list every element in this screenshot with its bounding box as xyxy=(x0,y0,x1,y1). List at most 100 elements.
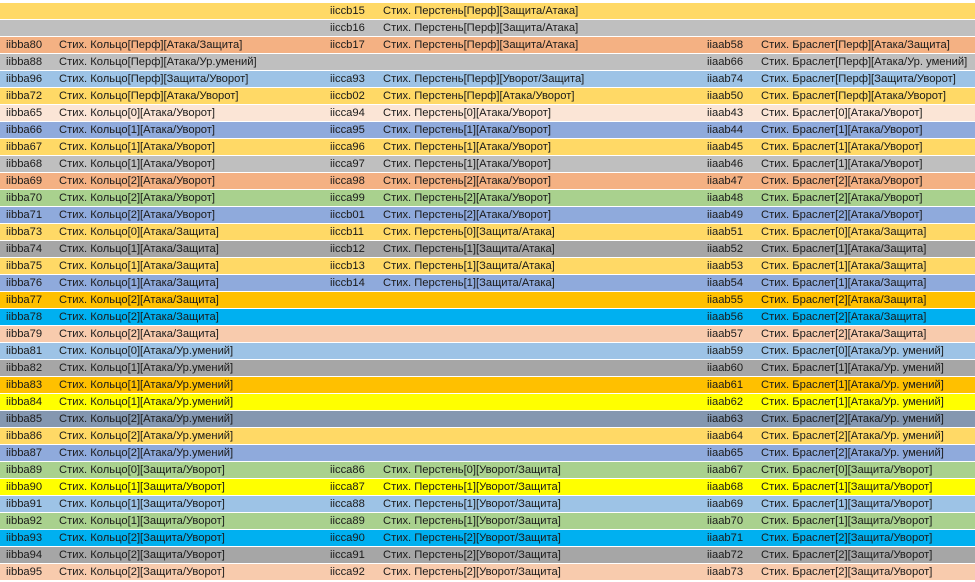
cell-bracelet-code[interactable]: iiaab47 xyxy=(707,173,759,189)
cell-signet-code[interactable]: iiccb02 xyxy=(330,88,380,104)
cell-bracelet-name[interactable]: Стих. Браслет[1][Атака/Защита] xyxy=(761,258,973,274)
cell-bracelet-code[interactable]: iiaab60 xyxy=(707,360,759,376)
cell-signet-code[interactable] xyxy=(330,394,380,410)
cell-bracelet-name[interactable]: Стих. Браслет[1][Атака/Уворот] xyxy=(761,122,973,138)
cell-ring-name[interactable] xyxy=(59,20,324,36)
cell-ring-code[interactable] xyxy=(6,3,56,19)
cell-signet-code[interactable]: iicca97 xyxy=(330,156,380,172)
cell-ring-code[interactable]: iibba70 xyxy=(6,190,56,206)
cell-bracelet-code[interactable]: iiaab58 xyxy=(707,37,759,53)
cell-ring-name[interactable]: Стих. Кольцо[1][Атака/Ур.умений] xyxy=(59,377,324,393)
cell-bracelet-code[interactable]: iiaab74 xyxy=(707,71,759,87)
cell-signet-code[interactable]: iiccb13 xyxy=(330,258,380,274)
cell-signet-name[interactable]: Стих. Перстень[1][Уворот/Защита] xyxy=(383,496,703,512)
cell-ring-code[interactable]: iibba69 xyxy=(6,173,56,189)
cell-signet-code[interactable]: iiccb12 xyxy=(330,241,380,257)
cell-bracelet-name[interactable]: Стих. Браслет[2][Защита/Уворот] xyxy=(761,530,973,546)
cell-ring-code[interactable]: iibba68 xyxy=(6,156,56,172)
cell-ring-code[interactable]: iibba95 xyxy=(6,564,56,580)
cell-bracelet-code[interactable] xyxy=(707,3,759,19)
cell-ring-name[interactable]: Стих. Кольцо[2][Атака/Защита] xyxy=(59,309,324,325)
cell-bracelet-code[interactable]: iiaab46 xyxy=(707,156,759,172)
cell-signet-name[interactable]: Стих. Перстень[Перф][Уворот/Защита] xyxy=(383,71,703,87)
cell-bracelet-code[interactable]: iiaab52 xyxy=(707,241,759,257)
cell-bracelet-name[interactable]: Стих. Браслет[2][Защита/Уворот] xyxy=(761,547,973,563)
cell-bracelet-code[interactable]: iiaab64 xyxy=(707,428,759,444)
cell-bracelet-code[interactable]: iiaab72 xyxy=(707,547,759,563)
cell-ring-code[interactable]: iibba87 xyxy=(6,445,56,461)
cell-signet-name[interactable]: Стих. Перстень[1][Уворот/Защита] xyxy=(383,479,703,495)
cell-ring-name[interactable]: Стих. Кольцо[1][Атака/Уворот] xyxy=(59,122,324,138)
cell-signet-name[interactable]: Стих. Перстень[Перф][Защита/Атака] xyxy=(383,20,703,36)
cell-signet-name[interactable]: Стих. Перстень[1][Атака/Уворот] xyxy=(383,122,703,138)
cell-bracelet-code[interactable]: iiaab66 xyxy=(707,54,759,70)
cell-signet-name[interactable] xyxy=(383,394,703,410)
cell-signet-name[interactable]: Стих. Перстень[1][Уворот/Защита] xyxy=(383,513,703,529)
cell-bracelet-code[interactable]: iiaab53 xyxy=(707,258,759,274)
cell-signet-name[interactable]: Стих. Перстень[1][Защита/Атака] xyxy=(383,241,703,257)
cell-ring-code[interactable]: iibba73 xyxy=(6,224,56,240)
cell-ring-code[interactable]: iibba77 xyxy=(6,292,56,308)
cell-bracelet-name[interactable]: Стих. Браслет[1][Защита/Уворот] xyxy=(761,513,973,529)
cell-bracelet-code[interactable]: iiaab68 xyxy=(707,479,759,495)
cell-bracelet-name[interactable]: Стих. Браслет[2][Атака/Защита] xyxy=(761,326,973,342)
cell-ring-name[interactable]: Стих. Кольцо[2][Атака/Уворот] xyxy=(59,207,324,223)
cell-ring-name[interactable]: Стих. Кольцо[1][Защита/Уворот] xyxy=(59,513,324,529)
cell-bracelet-name[interactable]: Стих. Браслет[1][Атака/Уворот] xyxy=(761,139,973,155)
cell-ring-name[interactable]: Стих. Кольцо[1][Атака/Защита] xyxy=(59,275,324,291)
cell-signet-name[interactable] xyxy=(383,445,703,461)
cell-ring-code[interactable]: iibba89 xyxy=(6,462,56,478)
cell-ring-code[interactable]: iibba94 xyxy=(6,547,56,563)
cell-signet-code[interactable]: iiccb01 xyxy=(330,207,380,223)
cell-bracelet-name[interactable]: Стих. Браслет[1][Защита/Уворот] xyxy=(761,496,973,512)
cell-ring-code[interactable]: iibba72 xyxy=(6,88,56,104)
cell-signet-code[interactable]: iicca93 xyxy=(330,71,380,87)
cell-ring-name[interactable] xyxy=(59,3,324,19)
cell-ring-code[interactable]: iibba88 xyxy=(6,54,56,70)
cell-signet-code[interactable]: iicca90 xyxy=(330,530,380,546)
cell-ring-code[interactable]: iibba91 xyxy=(6,496,56,512)
cell-ring-name[interactable]: Стих. Кольцо[0][Защита/Уворот] xyxy=(59,462,324,478)
cell-signet-code[interactable] xyxy=(330,360,380,376)
cell-ring-name[interactable]: Стих. Кольцо[Перф][Атака/Ур.умений] xyxy=(59,54,324,70)
cell-ring-name[interactable]: Стих. Кольцо[0][Атака/Ур.умений] xyxy=(59,343,324,359)
cell-signet-name[interactable]: Стих. Перстень[1][Защита/Атака] xyxy=(383,258,703,274)
cell-bracelet-name[interactable]: Стих. Браслет[2][Атака/Ур. умений] xyxy=(761,411,973,427)
cell-ring-code[interactable] xyxy=(6,20,56,36)
cell-signet-name[interactable]: Стих. Перстень[2][Уворот/Защита] xyxy=(383,564,703,580)
cell-bracelet-code[interactable]: iiaab54 xyxy=(707,275,759,291)
cell-signet-name[interactable] xyxy=(383,377,703,393)
cell-ring-name[interactable]: Стих. Кольцо[1][Атака/Ур.умений] xyxy=(59,394,324,410)
cell-ring-code[interactable]: iibba85 xyxy=(6,411,56,427)
cell-signet-name[interactable]: Стих. Перстень[2][Атака/Уворот] xyxy=(383,173,703,189)
cell-signet-code[interactable]: iicca89 xyxy=(330,513,380,529)
cell-ring-name[interactable]: Стих. Кольцо[2][Атака/Уворот] xyxy=(59,173,324,189)
cell-ring-name[interactable]: Стих. Кольцо[1][Атака/Уворот] xyxy=(59,156,324,172)
cell-signet-name[interactable] xyxy=(383,360,703,376)
cell-ring-code[interactable]: iibba84 xyxy=(6,394,56,410)
cell-ring-name[interactable]: Стих. Кольцо[0][Атака/Защита] xyxy=(59,224,324,240)
cell-signet-name[interactable] xyxy=(383,292,703,308)
cell-signet-code[interactable]: iicca95 xyxy=(330,122,380,138)
cell-bracelet-name[interactable]: Стих. Браслет[Перф][Атака/Защита] xyxy=(761,37,973,53)
cell-bracelet-code[interactable]: iiaab43 xyxy=(707,105,759,121)
cell-bracelet-name[interactable]: Стих. Браслет[Перф][Атака/Уворот] xyxy=(761,88,973,104)
cell-bracelet-code[interactable]: iiaab67 xyxy=(707,462,759,478)
cell-signet-name[interactable]: Стих. Перстень[0][Защита/Атака] xyxy=(383,224,703,240)
cell-bracelet-code[interactable]: iiaab49 xyxy=(707,207,759,223)
cell-ring-name[interactable]: Стих. Кольцо[2][Атака/Ур.умений] xyxy=(59,428,324,444)
cell-signet-name[interactable]: Стих. Перстень[Перф][Защита/Атака] xyxy=(383,3,703,19)
cell-bracelet-name[interactable]: Стих. Браслет[2][Атака/Защита] xyxy=(761,309,973,325)
cell-signet-code[interactable] xyxy=(330,428,380,444)
cell-ring-name[interactable]: Стих. Кольцо[Перф][Атака/Уворот] xyxy=(59,88,324,104)
cell-bracelet-code[interactable]: iiaab45 xyxy=(707,139,759,155)
cell-bracelet-name[interactable]: Стих. Браслет[2][Атака/Защита] xyxy=(761,292,973,308)
cell-bracelet-code[interactable]: iiaab71 xyxy=(707,530,759,546)
cell-bracelet-code[interactable]: iiaab59 xyxy=(707,343,759,359)
cell-signet-name[interactable]: Стих. Перстень[2][Уворот/Защита] xyxy=(383,530,703,546)
cell-bracelet-code[interactable]: iiaab56 xyxy=(707,309,759,325)
cell-bracelet-name[interactable]: Стих. Браслет[Перф][Защита/Уворот] xyxy=(761,71,973,87)
cell-ring-code[interactable]: iibba76 xyxy=(6,275,56,291)
cell-bracelet-code[interactable] xyxy=(707,20,759,36)
cell-bracelet-name[interactable]: Стих. Браслет[2][Атака/Уворот] xyxy=(761,207,973,223)
